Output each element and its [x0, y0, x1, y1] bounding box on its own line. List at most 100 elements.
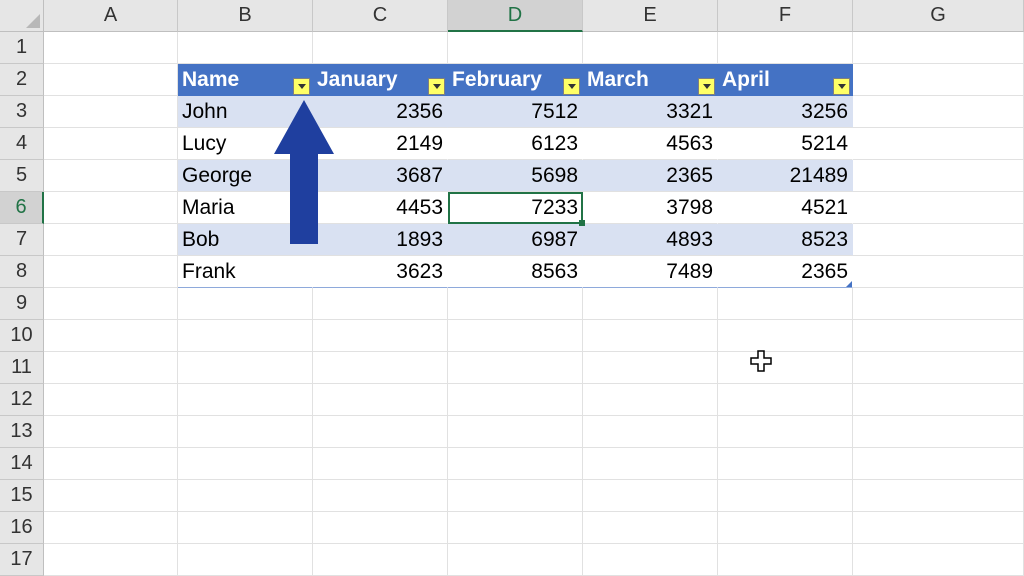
value-cell[interactable]: 2365 [583, 160, 718, 192]
filter-dropdown-icon[interactable] [563, 78, 580, 95]
row-header-14[interactable]: 14 [0, 448, 44, 480]
row-header-13[interactable]: 13 [0, 416, 44, 448]
row-header-12[interactable]: 12 [0, 384, 44, 416]
row-header-2[interactable]: 2 [0, 64, 44, 96]
value-cell[interactable]: 8523 [718, 224, 853, 256]
empty-cell[interactable] [178, 448, 313, 480]
empty-cell[interactable] [44, 416, 178, 448]
empty-cell[interactable] [178, 480, 313, 512]
value-cell[interactable]: 2365 [718, 256, 853, 288]
empty-cell[interactable] [853, 384, 1024, 416]
column-header-g[interactable]: G [853, 0, 1024, 32]
empty-cell[interactable] [853, 64, 1024, 96]
value-cell[interactable]: 3798 [583, 192, 718, 224]
empty-cell[interactable] [853, 512, 1024, 544]
empty-cell[interactable] [853, 448, 1024, 480]
empty-cell[interactable] [448, 32, 583, 64]
row-header-8[interactable]: 8 [0, 256, 44, 288]
row-header-4[interactable]: 4 [0, 128, 44, 160]
empty-cell[interactable] [178, 544, 313, 576]
empty-cell[interactable] [313, 32, 448, 64]
empty-cell[interactable] [853, 480, 1024, 512]
select-all-corner[interactable] [0, 0, 44, 32]
value-cell[interactable]: 3623 [313, 256, 448, 288]
empty-cell[interactable] [313, 480, 448, 512]
empty-cell[interactable] [583, 288, 718, 320]
empty-cell[interactable] [178, 288, 313, 320]
empty-cell[interactable] [583, 512, 718, 544]
empty-cell[interactable] [448, 448, 583, 480]
empty-cell[interactable] [448, 384, 583, 416]
empty-cell[interactable] [718, 544, 853, 576]
value-cell[interactable]: 4563 [583, 128, 718, 160]
value-cell[interactable]: 4521 [718, 192, 853, 224]
empty-cell[interactable] [718, 352, 853, 384]
empty-cell[interactable] [448, 480, 583, 512]
empty-cell[interactable] [718, 512, 853, 544]
empty-cell[interactable] [718, 384, 853, 416]
empty-cell[interactable] [853, 32, 1024, 64]
empty-cell[interactable] [44, 352, 178, 384]
empty-cell[interactable] [583, 384, 718, 416]
empty-cell[interactable] [313, 512, 448, 544]
row-header-5[interactable]: 5 [0, 160, 44, 192]
empty-cell[interactable] [583, 480, 718, 512]
empty-cell[interactable] [178, 352, 313, 384]
empty-cell[interactable] [44, 480, 178, 512]
empty-cell[interactable] [853, 320, 1024, 352]
empty-cell[interactable] [44, 160, 178, 192]
empty-cell[interactable] [718, 320, 853, 352]
empty-cell[interactable] [853, 544, 1024, 576]
empty-cell[interactable] [313, 416, 448, 448]
empty-cell[interactable] [853, 96, 1024, 128]
column-header-d[interactable]: D [448, 0, 583, 32]
value-cell[interactable]: 5698 [448, 160, 583, 192]
row-header-6[interactable]: 6 [0, 192, 44, 224]
table-resize-handle[interactable] [846, 281, 852, 287]
empty-cell[interactable] [313, 544, 448, 576]
empty-cell[interactable] [44, 96, 178, 128]
empty-cell[interactable] [853, 192, 1024, 224]
value-cell[interactable]: 3321 [583, 96, 718, 128]
empty-cell[interactable] [448, 544, 583, 576]
value-cell[interactable]: 8563 [448, 256, 583, 288]
empty-cell[interactable] [313, 288, 448, 320]
empty-cell[interactable] [718, 288, 853, 320]
empty-cell[interactable] [583, 32, 718, 64]
value-cell[interactable]: 7512 [448, 96, 583, 128]
row-header-9[interactable]: 9 [0, 288, 44, 320]
filter-dropdown-icon[interactable] [833, 78, 850, 95]
column-header-b[interactable]: B [178, 0, 313, 32]
empty-cell[interactable] [853, 224, 1024, 256]
spreadsheet-grid[interactable]: A B C D E F G 1 2 Name January February March April 3 J… [0, 0, 1024, 576]
empty-cell[interactable] [448, 512, 583, 544]
empty-cell[interactable] [583, 416, 718, 448]
empty-cell[interactable] [448, 352, 583, 384]
fill-handle[interactable] [579, 220, 585, 226]
row-header-1[interactable]: 1 [0, 32, 44, 64]
empty-cell[interactable] [718, 32, 853, 64]
empty-cell[interactable] [44, 256, 178, 288]
empty-cell[interactable] [313, 320, 448, 352]
empty-cell[interactable] [44, 32, 178, 64]
value-cell[interactable]: 4893 [583, 224, 718, 256]
empty-cell[interactable] [313, 448, 448, 480]
empty-cell[interactable] [178, 320, 313, 352]
row-header-15[interactable]: 15 [0, 480, 44, 512]
empty-cell[interactable] [583, 352, 718, 384]
value-cell[interactable]: 6987 [448, 224, 583, 256]
filter-dropdown-icon[interactable] [428, 78, 445, 95]
empty-cell[interactable] [853, 352, 1024, 384]
value-cell[interactable]: 21489 [718, 160, 853, 192]
empty-cell[interactable] [853, 160, 1024, 192]
empty-cell[interactable] [44, 288, 178, 320]
value-cell[interactable]: 7233 [448, 192, 583, 224]
column-header-c[interactable]: C [313, 0, 448, 32]
empty-cell[interactable] [44, 224, 178, 256]
empty-cell[interactable] [178, 512, 313, 544]
empty-cell[interactable] [44, 320, 178, 352]
empty-cell[interactable] [44, 192, 178, 224]
empty-cell[interactable] [718, 416, 853, 448]
empty-cell[interactable] [853, 416, 1024, 448]
column-header-a[interactable]: A [44, 0, 178, 32]
